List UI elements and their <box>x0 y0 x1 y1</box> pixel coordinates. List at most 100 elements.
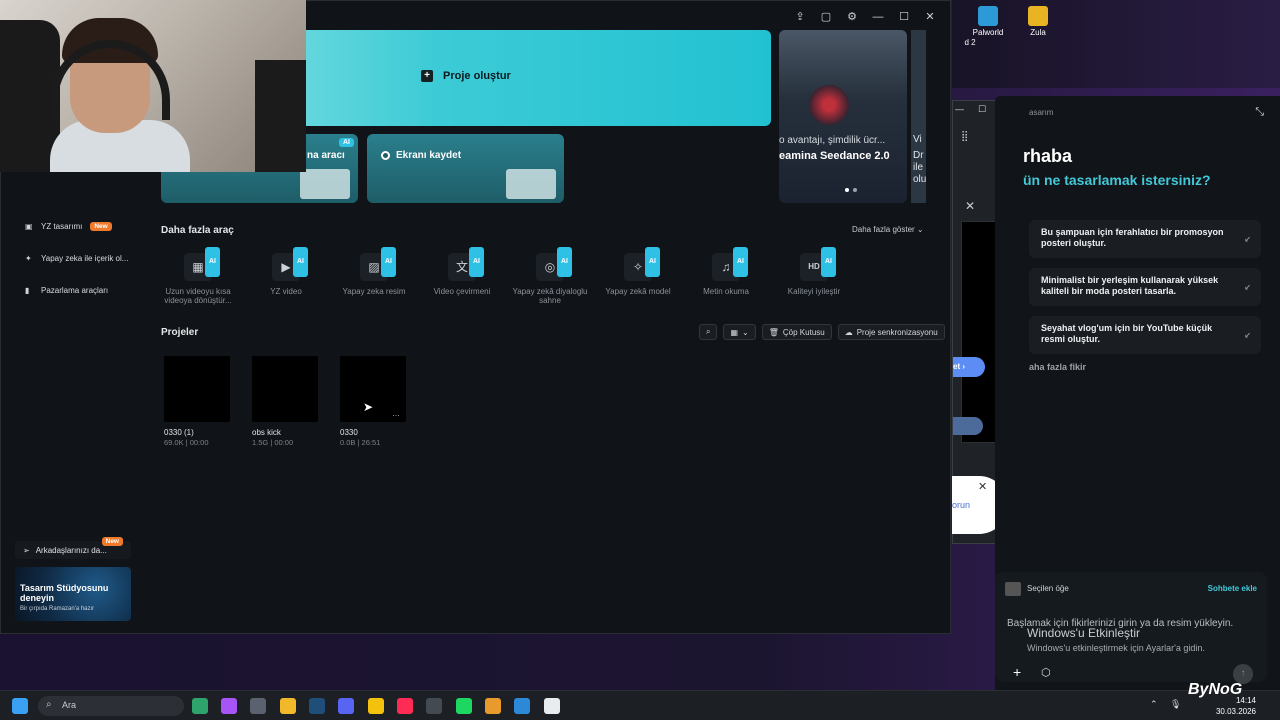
search-icon: ⌕ <box>706 327 711 336</box>
suggestion-card[interactable]: Seyahat vlog'um için bir YouTube küçük r… <box>1029 316 1261 354</box>
trash-button[interactable]: 🗑 Çöp Kutusu <box>761 324 832 340</box>
desktop-icon-zula[interactable]: Zula <box>1010 2 1066 37</box>
maximize-icon[interactable]: ☐ <box>978 104 986 117</box>
minimize-icon[interactable]: — <box>955 104 964 117</box>
tool-ai-video[interactable]: AI ▶ YZ video <box>245 247 327 296</box>
project-thumbnail[interactable]: ➤ … <box>340 356 406 422</box>
edge-icon[interactable] <box>192 698 208 714</box>
chrome-icon[interactable] <box>368 698 384 714</box>
design-studio-promo[interactable]: Tasarım Stüdyosunu deneyin Bir çırpıda R… <box>15 567 131 621</box>
project-item[interactable]: ➤ … 0330 0.0B | 26:51 <box>340 356 406 447</box>
mouse-cursor: ➤ <box>363 400 374 414</box>
steam-icon[interactable] <box>309 698 325 714</box>
tool-video-translator[interactable]: AI 文 Video çevirmeni <box>421 247 503 296</box>
windows-activate-title: Windows'u Etkinleştir <box>1027 626 1140 640</box>
chevron-down-icon: ⌄ <box>742 327 749 337</box>
tool-dialog-scene[interactable]: AI ◎ Yapay zekâ diyaloglu sahne <box>509 247 591 305</box>
design-panel: asarım ⤡ rhaba ün ne tasarlamak istersin… <box>995 96 1280 690</box>
spotify-icon[interactable] <box>456 698 472 714</box>
minimize-icon[interactable]: — <box>872 11 884 23</box>
create-project-button[interactable]: + Proje oluştur <box>421 70 511 82</box>
suggestion-card[interactable]: Minimalist bir yerleşim kullanarak yükse… <box>1029 268 1261 306</box>
palworld-icon <box>978 6 998 26</box>
sidebar-item-ai-design[interactable]: ▣ YZ tasarımı New <box>25 222 112 231</box>
carousel-dots[interactable] <box>845 188 857 192</box>
close-icon[interactable]: ✕ <box>978 480 987 493</box>
collapse-icon[interactable]: ⤡ <box>1255 106 1264 119</box>
image-icon: AI ▨ <box>360 247 396 281</box>
sidebar-item-ai-content[interactable]: ✦ Yapay zeka ile içerik ol... <box>25 254 128 263</box>
capcut-icon[interactable] <box>544 698 560 714</box>
store-icon[interactable] <box>250 698 266 714</box>
model-icon: AI ✧ <box>624 247 660 281</box>
chrome-active-icon[interactable] <box>485 698 501 714</box>
cube-icon[interactable]: ⬡ <box>1041 666 1051 679</box>
tiktok-icon[interactable] <box>397 698 413 714</box>
webcam-overlay <box>0 0 306 172</box>
feedback-icon[interactable]: ▢ <box>820 11 832 23</box>
search-button[interactable]: ⌕ <box>699 324 718 340</box>
obs-icon[interactable] <box>426 698 442 714</box>
projects-toolbar: ⌕ ▦ ⌄ 🗑 Çöp Kutusu ☁ Proje senkronizasyonu <box>699 324 945 340</box>
tool-ai-model[interactable]: AI ✧ Yapay zekâ model <box>597 247 679 296</box>
project-thumbnail[interactable] <box>252 356 318 422</box>
tts-icon: AI ♫ <box>712 247 748 281</box>
promo-banner-next[interactable]: Vi Dr ile olu <box>911 30 926 203</box>
panel-header: asarım <box>1029 108 1054 117</box>
close-icon[interactable]: ✕ <box>924 11 936 23</box>
windows-start-icon[interactable] <box>12 698 28 714</box>
sync-button[interactable]: ☁ Proje senkronizasyonu <box>837 324 945 340</box>
film-icon: AI ▦ <box>184 247 220 281</box>
input-bar[interactable] <box>953 417 983 435</box>
close-icon[interactable]: ✕ <box>965 199 975 213</box>
tool-text-to-speech[interactable]: AI ♫ Metin okuma <box>685 247 767 296</box>
settings-icon[interactable]: ⚙ <box>846 11 858 23</box>
screen-record-card[interactable]: Ekranı kaydet <box>367 134 564 203</box>
tools-row: AI ▦ Uzun videoyu kısa videoya dönüştür..… <box>161 247 881 321</box>
tool-ai-image[interactable]: AI ▨ Yapay zeka resim <box>333 247 415 296</box>
add-to-chat-button[interactable]: Sohbete ekle <box>1208 584 1257 593</box>
sidebar-item-marketing[interactable]: ▮ Pazarlama araçları <box>25 286 108 295</box>
taskbar: ⌕ Ara ⌃ 🎙 ByNoG 14:14 30.03.2026 <box>0 681 1280 720</box>
maximize-icon[interactable]: ☐ <box>898 11 910 23</box>
selected-item-label: Seçilen öğe <box>1027 584 1069 593</box>
zula-icon <box>1028 6 1048 26</box>
invite-friends-button[interactable]: ➢ Arkadaşlarınızı da... New <box>15 537 131 559</box>
tool-enhance-quality[interactable]: AI HD Kaliteyi iyileştir <box>773 247 855 296</box>
project-item[interactable]: obs kick 1.5G | 00:00 <box>252 356 318 447</box>
taskbar-search[interactable]: ⌕ Ara <box>38 696 184 716</box>
discord-icon[interactable] <box>338 698 354 714</box>
promo-banner[interactable]: o avantajı, şimdilik ücr... eamina Seeda… <box>779 30 907 203</box>
upload-icon[interactable]: ⇪ <box>794 11 806 23</box>
more-ideas-link[interactable]: aha fazla fikir <box>1029 362 1086 372</box>
question: ün ne tasarlamak istersiniz? <box>1023 172 1211 188</box>
hd-icon: AI HD <box>800 247 836 281</box>
tool-long-to-short[interactable]: AI ▦ Uzun videoyu kısa videoya dönüştür..… <box>157 247 239 305</box>
cloud-icon: ☁ <box>844 327 853 337</box>
add-icon[interactable]: + <box>1013 664 1021 680</box>
system-clock[interactable]: 14:14 30.03.2026 <box>1216 695 1256 717</box>
show-more-link[interactable]: Daha fazla göster ⌄ <box>852 225 924 234</box>
suggestion-card[interactable]: Bu şampuan için ferahlatıcı bir promosyo… <box>1029 220 1261 258</box>
arrow-icon: ↙ <box>1244 283 1251 292</box>
banner-image <box>809 85 849 125</box>
grid-icon[interactable]: ⣿ <box>961 131 968 142</box>
more-icon[interactable]: … <box>392 409 400 418</box>
project-thumbnail[interactable] <box>164 356 230 422</box>
mic-icon[interactable]: 🎙 <box>1170 699 1181 710</box>
project-item[interactable]: 0330 (1) 69.0K | 00:00 <box>164 356 230 447</box>
desktop-icon-palworld[interactable]: Palworld <box>960 2 1016 37</box>
next-button[interactable]: et › <box>953 357 985 377</box>
copilot-icon[interactable] <box>221 698 237 714</box>
image-icon: ▣ <box>25 221 33 231</box>
chevron-up-icon[interactable]: ⌃ <box>1150 699 1158 710</box>
image-icon <box>1005 582 1021 596</box>
titlebar-controls: ⇪ ▢ ⚙ — ☐ ✕ <box>794 11 936 23</box>
folder-icon[interactable] <box>280 698 296 714</box>
sparkle-icon: ✦ <box>25 253 32 263</box>
arrow-icon: ↙ <box>1244 331 1251 340</box>
greeting: rhaba <box>1023 146 1073 166</box>
bag-icon: ▮ <box>25 285 30 295</box>
view-toggle[interactable]: ▦ ⌄ <box>723 324 756 340</box>
photos-icon[interactable] <box>514 698 530 714</box>
